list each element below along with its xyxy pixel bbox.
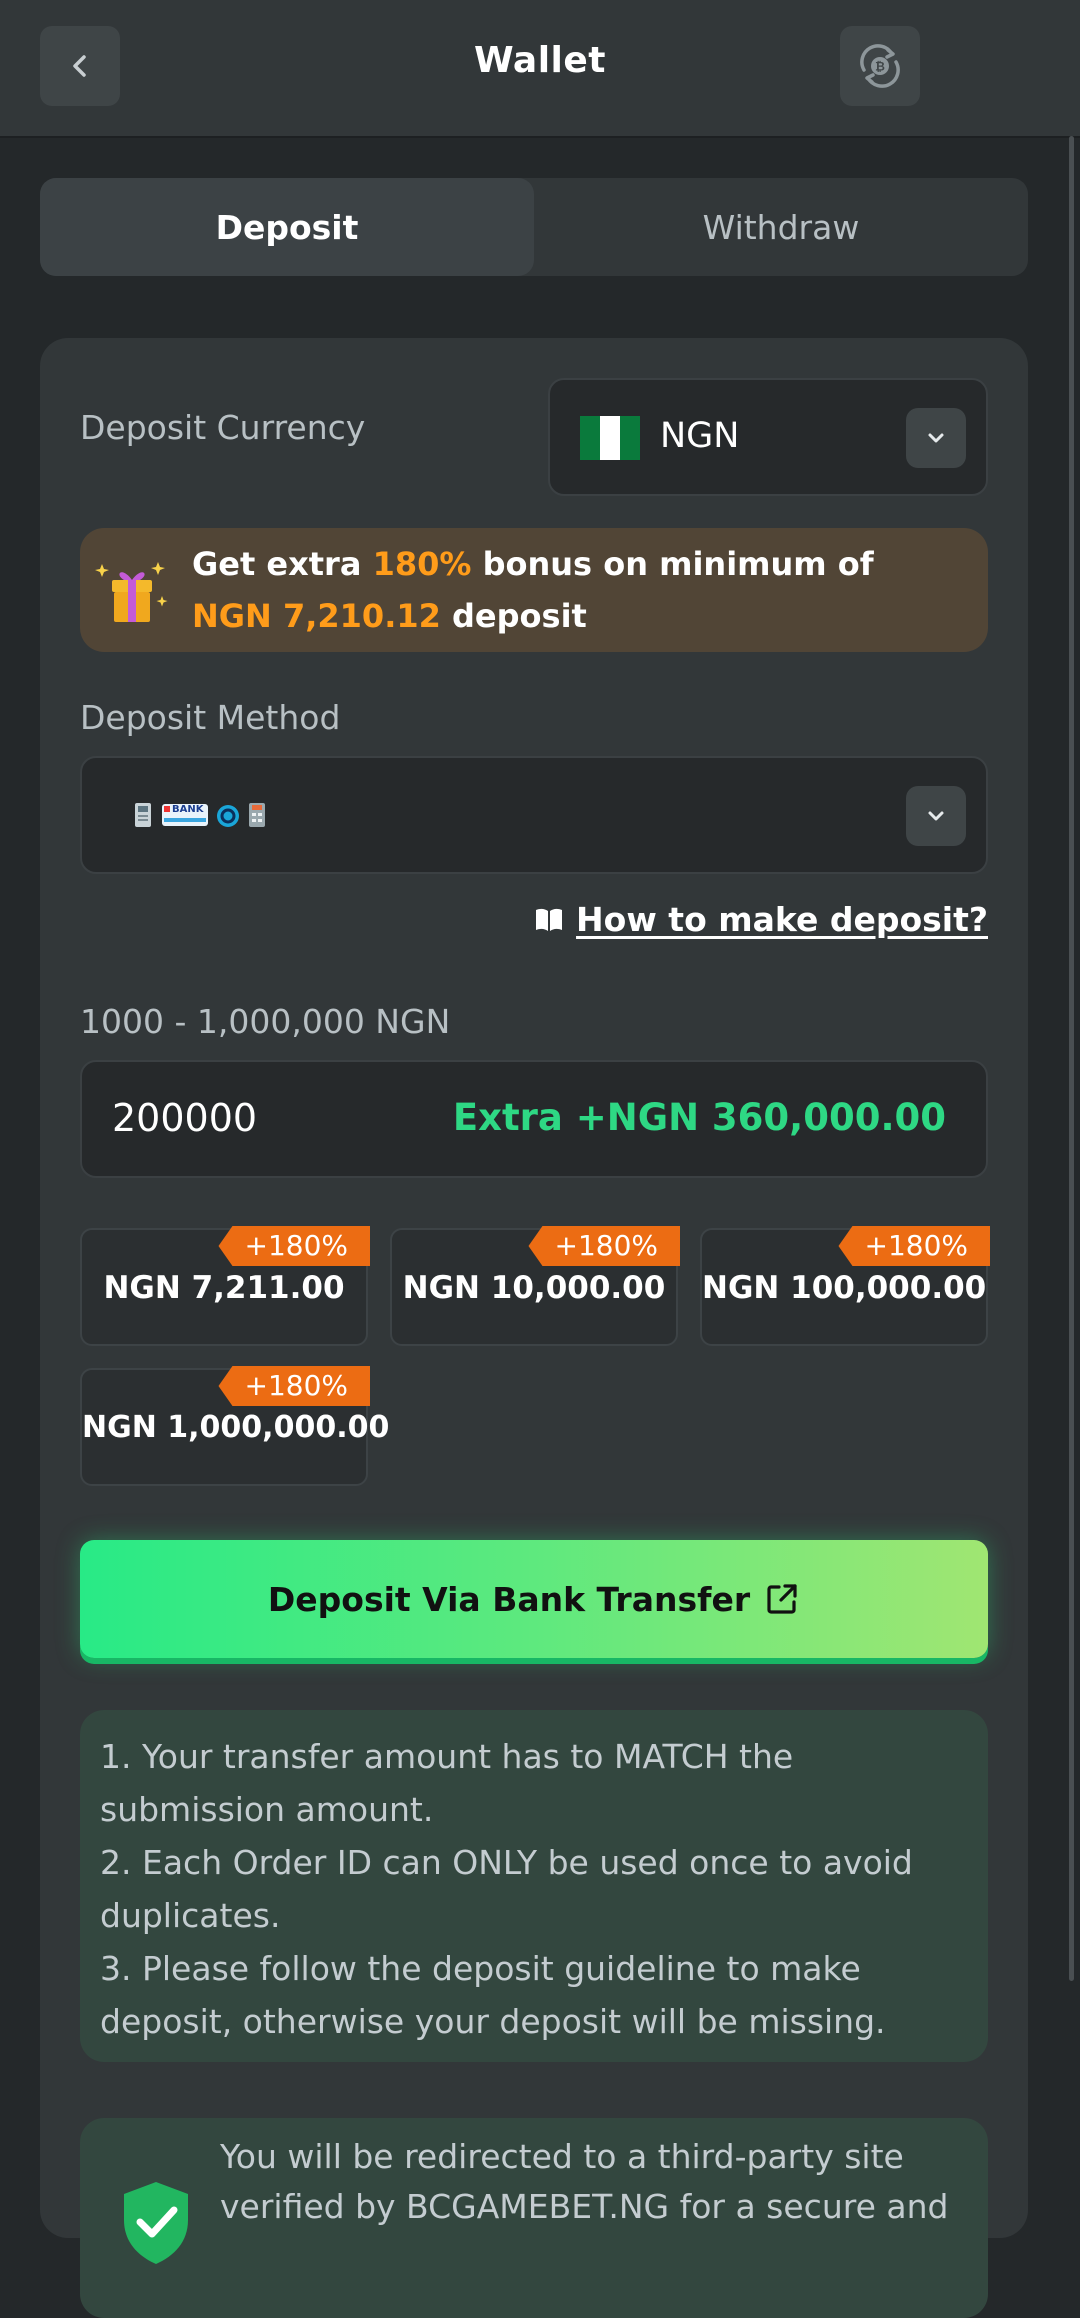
top-bar: Wallet ₿ (0, 0, 1080, 136)
atm-icon (135, 803, 151, 827)
deposit-currency-label: Deposit Currency (80, 408, 366, 447)
note-item: 1. Your transfer amount has to MATCH the… (100, 1737, 794, 1829)
note-item: 3. Please follow the deposit guideline t… (100, 1949, 886, 2041)
bonus-middle: bonus on minimum of (471, 545, 874, 583)
svg-text:₿: ₿ (875, 60, 885, 74)
gift-icon (95, 562, 168, 622)
bonus-min-amount: NGN 7,210.12 (192, 597, 441, 635)
bonus-prefix: Get extra (192, 545, 373, 583)
bank-transfer-icon: BANK (162, 804, 208, 826)
amount-value: 200000 (112, 1096, 258, 1140)
how-to-deposit-link[interactable]: How to make deposit? (534, 900, 988, 939)
chip-amount: NGN 10,000.00 (402, 1270, 666, 1306)
deposit-method-select[interactable]: BANK (80, 756, 988, 874)
bank-badge-label: BANK (172, 804, 204, 815)
chevron-down-icon (928, 811, 944, 821)
quick-amount-chip[interactable]: +180% NGN 7,211.00 (80, 1226, 370, 1346)
note-item: 2. Each Order ID can ONLY be used once t… (100, 1843, 913, 1935)
quick-amount-chip[interactable]: +180% NGN 100,000.00 (700, 1226, 990, 1346)
opay-icon (217, 805, 239, 827)
tab-deposit[interactable]: Deposit (40, 178, 534, 276)
wallet-tabs: Deposit Withdraw (40, 178, 1028, 276)
bonus-percent: 180% (372, 545, 472, 583)
pos-icon (249, 803, 265, 827)
bonus-badge: +180% (838, 1226, 990, 1266)
quick-amount-chip[interactable]: +180% NGN 10,000.00 (390, 1226, 680, 1346)
scrollbar[interactable] (1069, 136, 1074, 1981)
deposit-card: Deposit Currency NGN Get extra 180% bonu… (40, 338, 1028, 2318)
chip-amount: NGN 100,000.00 (702, 1270, 987, 1306)
currency-value: NGN (660, 416, 740, 456)
book-icon (536, 908, 563, 931)
bitcoin-exchange-icon: ₿ (860, 44, 900, 88)
amount-input[interactable]: 200000 Extra +NGN 360,000.00 (80, 1060, 988, 1178)
quick-amount-chip[interactable]: +180% NGN 1,000,000.00 (80, 1366, 390, 1486)
chip-amount: NGN 1,000,000.00 (82, 1410, 390, 1445)
how-to-deposit-label: How to make deposit? (576, 900, 988, 939)
amount-range-label: 1000 - 1,000,000 NGN (80, 1002, 451, 1041)
chip-amount: NGN 7,211.00 (103, 1270, 345, 1306)
bitcoin-swap-button[interactable]: ₿ (840, 26, 920, 106)
external-link-icon (767, 1584, 797, 1614)
chevron-down-icon (928, 433, 944, 443)
bonus-badge: +180% (218, 1366, 370, 1406)
bonus-badge: +180% (528, 1226, 680, 1266)
bonus-banner: Get extra 180% bonus on minimum of NGN 7… (80, 528, 988, 652)
tab-withdraw[interactable]: Withdraw (534, 178, 1028, 276)
shield-check-icon (124, 2182, 188, 2264)
currency-dropdown-toggle[interactable] (906, 408, 966, 468)
cta-label: Deposit Via Bank Transfer (267, 1579, 751, 1619)
currency-select[interactable]: NGN (548, 378, 988, 496)
deposit-method-label: Deposit Method (80, 698, 341, 737)
redirect-notice: You will be redirected to a third-party … (80, 2118, 988, 2318)
bonus-badge: +180% (218, 1226, 370, 1266)
nigeria-flag-icon (580, 416, 640, 460)
method-dropdown-toggle[interactable] (906, 786, 966, 846)
deposit-via-bank-transfer-button[interactable]: Deposit Via Bank Transfer (80, 1540, 988, 1658)
extra-bonus-amount: Extra +NGN 360,000.00 (452, 1096, 946, 1139)
deposit-notes: 1. Your transfer amount has to MATCH the… (80, 1710, 988, 2062)
redirect-text: You will be redirected to a third-party … (220, 2137, 949, 2226)
bonus-suffix: deposit (440, 597, 587, 635)
bonus-text: Get extra 180% bonus on minimum of NGN 7… (192, 538, 874, 642)
